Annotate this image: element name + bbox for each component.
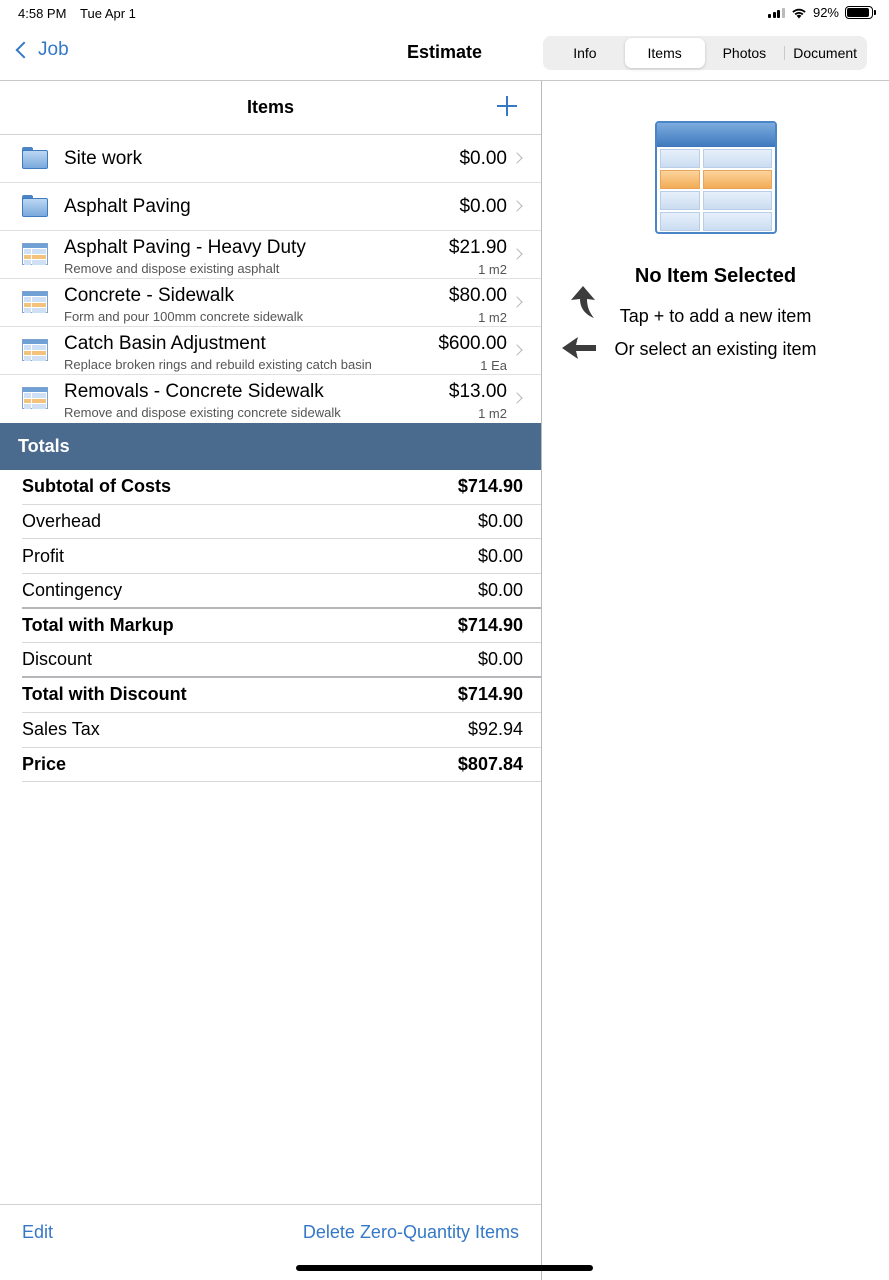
empty-state-title: No Item Selected (634, 265, 797, 287)
home-indicator[interactable] (296, 1265, 593, 1271)
items-list: Site work $0.00 Asphalt Paving $0.00 Asp… (0, 135, 541, 423)
item-title: Concrete - Sidewalk (64, 285, 235, 306)
item-title: Catch Basin Adjustment (64, 333, 266, 354)
add-item-button[interactable] (497, 96, 517, 116)
total-value: $0.00 (477, 545, 523, 566)
item-quantity: 1 m2 (478, 262, 507, 277)
total-label: Price (22, 753, 67, 774)
total-label: Profit (22, 545, 65, 566)
total-row-discount[interactable]: Discount $0.00 (22, 643, 541, 679)
total-value: $0.00 (477, 649, 523, 670)
delete-zero-quantity-button[interactable]: Delete Zero-Quantity Items (303, 1222, 519, 1243)
item-quantity: 1 m2 (478, 406, 507, 421)
item-subtitle: Form and pour 100mm concrete sidewalk (64, 309, 304, 324)
totals-list: Subtotal of Costs $714.90 Overhead $0.00… (22, 470, 541, 783)
list-item[interactable]: Concrete - Sidewalk Form and pour 100mm … (0, 279, 541, 327)
item-price: $0.00 (459, 148, 507, 169)
navigation-bar: Job Estimate Info Items Photos Document (0, 26, 889, 81)
total-row-markup: Total with Markup $714.90 (22, 609, 541, 644)
line-item-icon (22, 291, 48, 313)
item-title: Site work (64, 148, 143, 169)
total-row-with-discount: Total with Discount $714.90 (22, 678, 541, 713)
total-row-overhead[interactable]: Overhead $0.00 (22, 505, 541, 540)
item-price: $0.00 (459, 196, 507, 217)
spreadsheet-icon (655, 121, 777, 234)
total-label: Sales Tax (22, 719, 100, 740)
back-button[interactable]: Job (12, 39, 69, 61)
item-quantity: 1 Ea (480, 358, 507, 373)
list-item[interactable]: Asphalt Paving $0.00 (0, 183, 541, 231)
wifi-icon (792, 8, 806, 18)
chevron-right-icon (511, 296, 523, 308)
total-label: Overhead (22, 511, 102, 532)
total-label: Subtotal of Costs (22, 476, 171, 497)
item-quantity: 1 m2 (478, 310, 507, 325)
line-item-icon (22, 387, 48, 409)
total-value: $714.90 (457, 684, 523, 705)
status-indicators: 92% (768, 5, 876, 20)
item-title: Asphalt Paving - Heavy Duty (64, 237, 306, 258)
status-date: Tue Apr 1 (80, 6, 136, 21)
tab-info[interactable]: Info (545, 38, 625, 68)
total-value: $714.90 (457, 476, 523, 497)
hint-select-item: Or select an existing item (614, 339, 817, 359)
item-subtitle: Remove and dispose existing asphalt (64, 261, 280, 276)
total-row-subtotal: Subtotal of Costs $714.90 (22, 470, 541, 505)
list-item[interactable]: Asphalt Paving - Heavy Duty Remove and d… (0, 231, 541, 279)
tab-photos[interactable]: Photos (705, 38, 785, 68)
tab-document[interactable]: Document (785, 38, 865, 68)
items-header: Items (0, 81, 541, 135)
line-item-icon (22, 339, 48, 361)
battery-percent: 92% (812, 5, 839, 20)
line-item-icon (22, 243, 48, 265)
detail-pane: No Item Selected Tap + to add a new item… (542, 81, 889, 1280)
folder-icon (22, 147, 48, 169)
total-value: $92.94 (467, 719, 523, 740)
item-price: $13.00 (448, 381, 507, 402)
chevron-right-icon (511, 392, 523, 404)
item-price: $600.00 (438, 333, 507, 354)
chevron-right-icon (511, 200, 523, 212)
totals-header: Totals (0, 423, 541, 470)
item-subtitle: Replace broken rings and rebuild existin… (64, 357, 372, 372)
status-time: 4:58 PM (18, 6, 67, 21)
total-row-price: Price $807.84 (22, 748, 541, 783)
chevron-right-icon (511, 248, 523, 260)
battery-icon (845, 6, 876, 19)
total-row-profit[interactable]: Profit $0.00 (22, 539, 541, 575)
cellular-signal-icon (768, 7, 785, 18)
total-value: $0.00 (477, 579, 523, 600)
chevron-right-icon (511, 152, 523, 164)
total-label: Total with Discount (22, 684, 187, 705)
segmented-control: Info Items Photos Document (543, 36, 867, 70)
status-bar: 4:58 PM Tue Apr 1 92% (0, 0, 889, 26)
list-item[interactable]: Catch Basin Adjustment Replace broken ri… (0, 327, 541, 375)
list-item[interactable]: Site work $0.00 (0, 135, 541, 183)
total-value: $714.90 (457, 615, 523, 636)
chevron-right-icon (511, 344, 523, 356)
items-pane: Items Site work $0.00 Asphalt Paving $0.… (0, 81, 541, 1280)
total-value: $807.84 (457, 753, 523, 774)
items-header-title: Items (246, 97, 295, 117)
total-label: Contingency (22, 579, 123, 600)
item-subtitle: Remove and dispose existing concrete sid… (64, 405, 341, 420)
item-price: $21.90 (448, 237, 507, 258)
item-title: Removals - Concrete Sidewalk (64, 381, 324, 402)
total-value: $0.00 (477, 511, 523, 532)
chevron-left-icon (15, 41, 33, 59)
total-row-sales-tax[interactable]: Sales Tax $92.94 (22, 713, 541, 748)
list-item[interactable]: Removals - Concrete Sidewalk Remove and … (0, 375, 541, 423)
battery-fill (847, 8, 870, 17)
item-title: Asphalt Paving (64, 196, 191, 217)
folder-icon (22, 195, 48, 217)
total-label: Discount (22, 649, 93, 670)
tab-items[interactable]: Items (624, 38, 705, 68)
total-label: Total with Markup (22, 615, 174, 636)
item-price: $80.00 (448, 285, 507, 306)
total-row-contingency[interactable]: Contingency $0.00 (22, 574, 541, 609)
edit-button[interactable]: Edit (22, 1222, 53, 1243)
back-button-label: Job (38, 39, 69, 60)
hint-add-item: Tap + to add a new item (619, 306, 812, 326)
